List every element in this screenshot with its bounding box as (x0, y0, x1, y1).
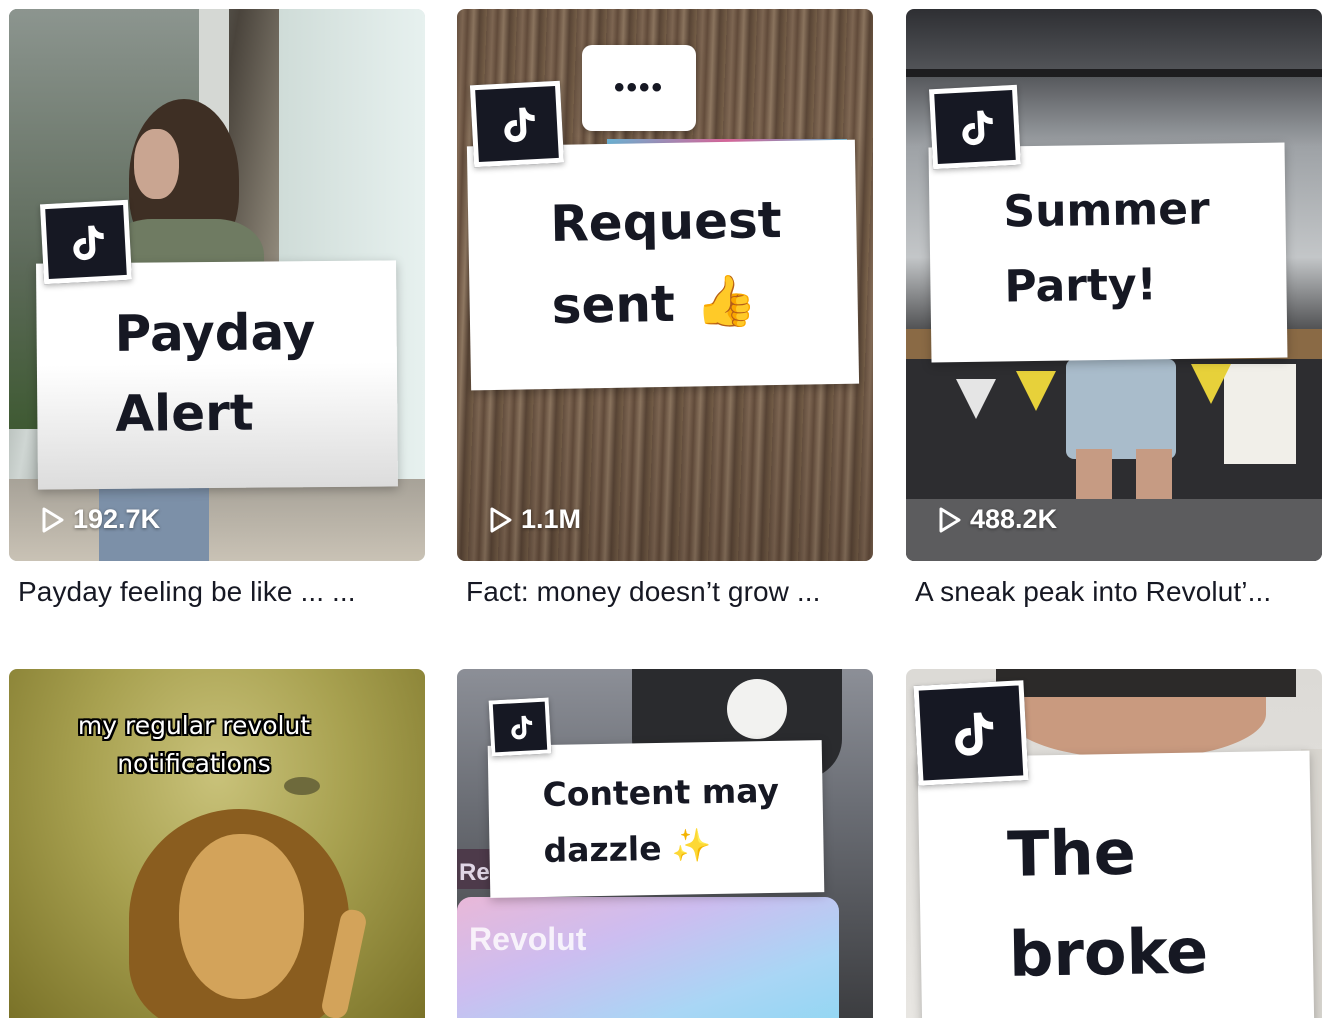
view-count-text: 1.1M (521, 504, 582, 534)
video-card-6[interactable]: The broke (906, 669, 1322, 1018)
sign-line-2: Party! (1004, 259, 1158, 313)
sign-line-2: broke (1008, 914, 1209, 991)
video-thumbnail[interactable]: my regular revolut notifications (9, 669, 425, 1018)
revolut-logo-text: Revolut (469, 921, 587, 957)
play-icon (42, 507, 64, 532)
thumbs-up-emoji: 👍 (694, 271, 758, 331)
sign-line-1: Request (549, 190, 783, 253)
tiktok-icon (928, 84, 1022, 170)
sign-line-1: Content may (542, 770, 780, 814)
view-count: 488.2K (938, 504, 1057, 535)
play-icon (939, 507, 961, 532)
sign-line-1: Summer (1003, 183, 1211, 238)
video-card-2[interactable]: •••• Request sent 👍 1.1M Fact: money doe… (457, 9, 873, 607)
sign-card: Content may dazzle ✨ (487, 740, 825, 898)
video-caption[interactable]: Payday feeling be like ... ... (18, 576, 418, 608)
video-caption[interactable]: A sneak peak into Revolut’... (915, 576, 1315, 608)
overlay-line-1: my regular revolut (77, 711, 311, 740)
sign-line-2: sent (551, 274, 676, 335)
video-card-5[interactable]: Re Revolut Content may dazzle ✨ (457, 669, 873, 1018)
video-thumbnail[interactable]: Summer Party! 488.2K (906, 9, 1322, 561)
sign-card: Summer Party! (928, 142, 1288, 363)
video-thumbnail[interactable]: Re Revolut Content may dazzle ✨ (457, 669, 873, 1018)
view-count: 192.7K (41, 504, 160, 535)
sign-card: Request sent 👍 (466, 139, 860, 391)
video-thumbnail[interactable]: •••• Request sent 👍 1.1M (457, 9, 873, 561)
video-card-4[interactable]: my regular revolut notifications (9, 669, 425, 1018)
tiktok-icon (469, 80, 565, 168)
tiktok-icon (913, 680, 1029, 786)
overlay-caption: my regular revolut notifications (9, 707, 379, 783)
background-text-fragment: Re (459, 859, 490, 886)
sign-line-2: dazzle (543, 828, 662, 870)
tiktok-icon (488, 697, 552, 757)
sign-line-1: The (1006, 815, 1137, 891)
view-count: 1.1M (489, 504, 581, 535)
sign-card: The broke (917, 750, 1315, 1018)
sign-card: Payday Alert (36, 260, 398, 490)
overlay-line-2: notifications (117, 749, 271, 778)
typing-dots: •••• (613, 71, 664, 104)
view-count-text: 192.7K (73, 504, 161, 534)
video-caption[interactable]: Fact: money doesn’t grow ... (466, 576, 866, 608)
view-count-text: 488.2K (970, 504, 1058, 534)
video-thumbnail[interactable]: Payday Alert 192.7K (9, 9, 425, 561)
sign-line-1: Payday (114, 303, 316, 363)
sign-line-2: Alert (115, 383, 254, 443)
sparkles-emoji: ✨ (671, 826, 712, 865)
video-card-3[interactable]: Summer Party! 488.2K A sneak peak into R… (906, 9, 1322, 607)
video-thumbnail[interactable]: The broke (906, 669, 1322, 1018)
revolut-card: Revolut (457, 897, 839, 1018)
video-card-1[interactable]: Payday Alert 192.7K Payday feeling be li… (9, 9, 425, 607)
tiktok-icon (39, 199, 133, 285)
play-icon (490, 507, 512, 532)
typing-bubble: •••• (582, 45, 696, 131)
